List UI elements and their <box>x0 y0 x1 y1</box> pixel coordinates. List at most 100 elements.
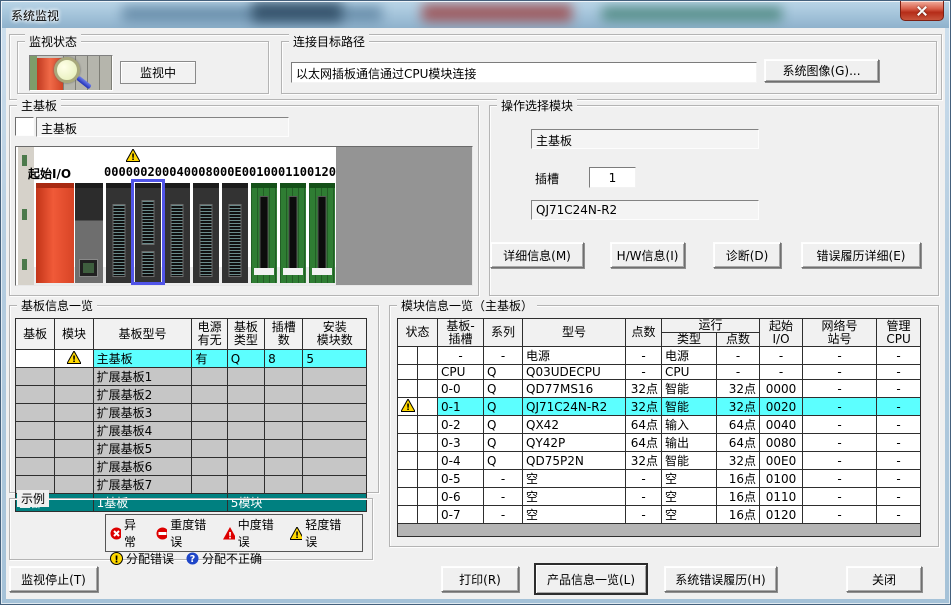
table-cell: - <box>877 398 921 416</box>
table-cell <box>303 386 367 404</box>
io-address: 0040 <box>162 165 191 179</box>
table-cell: - <box>484 347 523 365</box>
table-cell <box>303 476 367 494</box>
svg-text:!: ! <box>72 355 76 364</box>
table-cell: CPU <box>438 365 484 380</box>
base-row[interactable]: !主基板有Q85 <box>16 350 367 368</box>
table-cell: 32点 <box>626 398 662 416</box>
table-cell <box>418 434 438 452</box>
error-history-detail-button[interactable]: 错误履历详细(E) <box>801 242 921 268</box>
cpu-module[interactable] <box>75 183 103 283</box>
base-row[interactable]: 扩展基板7 <box>16 476 367 494</box>
table-cell: 0080 <box>760 434 803 452</box>
table-cell: 输出 <box>662 434 717 452</box>
table-cell: ! <box>398 398 418 416</box>
assign-error-icon: ! <box>110 552 123 565</box>
table-cell: - <box>803 434 877 452</box>
product-info-button[interactable]: 产品信息一览(L) <box>535 564 647 594</box>
table-cell: 64点 <box>626 434 662 452</box>
module-row[interactable]: !0-1QQJ71C24N-R232点智能32点0020-- <box>398 398 921 416</box>
connection-path-field[interactable]: 以太网插板通信通过CPU模块连接 <box>291 62 757 83</box>
table-cell: 0-6 <box>438 488 484 506</box>
base-name-field: 主基板 <box>36 117 289 137</box>
system-error-history-button[interactable]: 系统错误履历(H) <box>664 566 777 592</box>
table-cell <box>265 368 303 386</box>
table-cell: - <box>626 365 662 380</box>
table-cell <box>418 380 438 398</box>
legend-item: 重度错误 <box>156 516 211 550</box>
empty-slot-0110[interactable] <box>280 183 306 283</box>
table-cell: - <box>877 365 921 380</box>
system-monitor-window: 系统监视 监视状态 监视中 连接目标路径 以太网插板通信通过CPU模块连接 系统… <box>0 0 951 605</box>
base-row[interactable]: 扩展基板5 <box>16 440 367 458</box>
monitor-stop-button[interactable]: 监视停止(T) <box>9 566 98 592</box>
io-address: 0120 <box>307 165 336 179</box>
column-header: 管理 CPU <box>877 319 921 347</box>
table-cell <box>303 404 367 422</box>
power-module[interactable] <box>36 183 74 283</box>
table-cell <box>16 404 55 422</box>
module-row[interactable]: 0-2QQX4264点输入64点0040-- <box>398 416 921 434</box>
io-module-slot4[interactable] <box>222 183 248 283</box>
close-dialog-button[interactable]: 关闭 <box>846 566 922 592</box>
base-row[interactable]: 扩展基板6 <box>16 458 367 476</box>
table-cell: 16点 <box>717 470 760 488</box>
io-module-slot0[interactable] <box>106 183 132 283</box>
module-row[interactable]: 0-5-空-空16点0100-- <box>398 470 921 488</box>
module-row[interactable]: 0-7-空-空16点0120-- <box>398 506 921 524</box>
table-cell: - <box>877 347 921 365</box>
table-cell <box>418 347 438 365</box>
titlebar[interactable]: 系统监视 <box>2 2 949 28</box>
table-cell <box>265 404 303 422</box>
table-cell <box>398 434 418 452</box>
table-cell: 电源 <box>662 347 717 365</box>
table-cell: - <box>877 506 921 524</box>
table-cell <box>55 458 93 476</box>
svg-text:!: ! <box>295 531 299 540</box>
base-row[interactable]: 扩展基板1 <box>16 368 367 386</box>
titlebar-glass-blur <box>422 4 572 22</box>
table-cell <box>16 440 55 458</box>
module-row[interactable]: CPUQQ03UDECPU-CPU---- <box>398 365 921 380</box>
base-select-indicator[interactable] <box>15 117 34 136</box>
slot-number-field: 1 <box>589 167 636 188</box>
table-cell <box>265 440 303 458</box>
base-row[interactable]: 扩展基板3 <box>16 404 367 422</box>
table-cell: 0-3 <box>438 434 484 452</box>
table-cell: 8 <box>265 350 303 368</box>
table-cell: 有 <box>192 350 227 368</box>
table-cell: 空 <box>662 470 717 488</box>
column-header: 电源 有无 <box>192 319 227 350</box>
module-row[interactable]: 0-4QQD75P2N32点智能32点00E0-- <box>398 452 921 470</box>
base-row[interactable]: 扩展基板2 <box>16 386 367 404</box>
io-module-slot2[interactable] <box>164 183 190 283</box>
rack-empty-area <box>336 147 472 285</box>
table-cell <box>227 440 264 458</box>
empty-slot-0100[interactable] <box>251 183 277 283</box>
table-filler <box>398 524 921 537</box>
empty-slot-0120[interactable] <box>309 183 335 283</box>
hw-info-button[interactable]: H/W信息(I) <box>610 242 685 268</box>
close-button[interactable] <box>900 1 944 21</box>
system-image-button[interactable]: 系统图像(G)... <box>764 59 879 82</box>
table-cell: - <box>717 365 760 380</box>
table-cell: 0-4 <box>438 452 484 470</box>
module-row[interactable]: 0-6-空-空16点0110-- <box>398 488 921 506</box>
module-row[interactable]: --电源-电源---- <box>398 347 921 365</box>
table-cell: 64点 <box>717 416 760 434</box>
connection-path-label: 连接目标路径 <box>289 33 369 50</box>
table-cell: QD75P2N <box>523 452 626 470</box>
print-button[interactable]: 打印(R) <box>441 566 519 592</box>
table-cell <box>398 452 418 470</box>
diagnostics-button[interactable]: 诊断(D) <box>713 242 781 268</box>
detail-info-button[interactable]: 详细信息(M) <box>490 242 584 268</box>
io-module-slot3[interactable] <box>193 183 219 283</box>
table-cell: 扩展基板5 <box>93 440 192 458</box>
module-row[interactable]: 0-3QQY42P64点输出64点0080-- <box>398 434 921 452</box>
base-row[interactable]: 扩展基板4 <box>16 422 367 440</box>
monitor-status-label: 监视状态 <box>25 33 81 50</box>
module-row[interactable]: 0-0QQD77MS1632点智能32点0000-- <box>398 380 921 398</box>
start-io-label: 起始I/O <box>28 165 71 182</box>
monitor-status-icon <box>29 55 113 91</box>
rack-graphic: 起始I/O 000000200040008000E0010001100120 ! <box>15 146 473 286</box>
